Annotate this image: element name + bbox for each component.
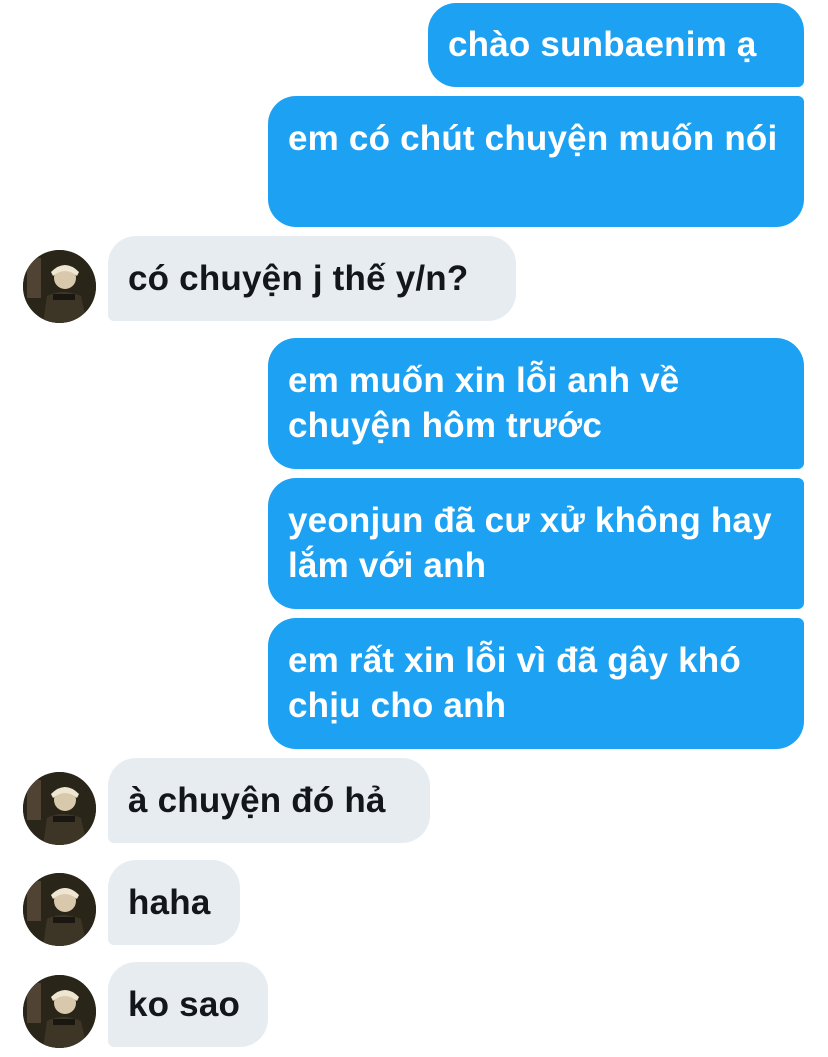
message-text: yeonjun đã cư xử không hay lắm với anh (288, 501, 772, 585)
message-bubble-outgoing[interactable]: chào sunbaenim ạ (428, 3, 804, 87)
contact-avatar[interactable] (23, 250, 96, 323)
message-bubble-outgoing[interactable]: em muốn xin lỗi anh về chuyện hôm trước (268, 338, 804, 469)
contact-avatar[interactable] (23, 873, 96, 946)
message-text: em muốn xin lỗi anh về chuyện hôm trước (288, 361, 680, 445)
message-bubble-incoming[interactable]: à chuyện đó hả (108, 758, 430, 843)
message-bubble-incoming[interactable]: haha (108, 860, 240, 945)
message-bubble-outgoing[interactable]: yeonjun đã cư xử không hay lắm với anh (268, 478, 804, 609)
message-bubble-outgoing[interactable]: em có chút chuyện muốn nói (268, 96, 804, 227)
message-text: em có chút chuyện muốn nói (288, 119, 778, 158)
avatar-photo-icon (23, 975, 96, 1048)
message-bubble-incoming[interactable]: ko sao (108, 962, 268, 1047)
contact-avatar[interactable] (23, 772, 96, 845)
message-text: có chuyện j thế y/n? (128, 259, 469, 298)
message-text: chào sunbaenim ạ (448, 25, 757, 64)
message-text: ko sao (128, 985, 241, 1024)
avatar-photo-icon (23, 250, 96, 323)
message-bubble-incoming[interactable]: có chuyện j thế y/n? (108, 236, 516, 321)
message-bubble-outgoing[interactable]: em rất xin lỗi vì đã gây khó chịu cho an… (268, 618, 804, 749)
avatar-photo-icon (23, 873, 96, 946)
contact-avatar[interactable] (23, 975, 96, 1048)
message-text: em rất xin lỗi vì đã gây khó chịu cho an… (288, 641, 741, 725)
message-text: à chuyện đó hả (128, 781, 386, 820)
conversation-thread: chào sunbaenim ạ em có chút chuyện muốn … (0, 0, 828, 1057)
message-text: haha (128, 883, 211, 922)
avatar-photo-icon (23, 772, 96, 845)
